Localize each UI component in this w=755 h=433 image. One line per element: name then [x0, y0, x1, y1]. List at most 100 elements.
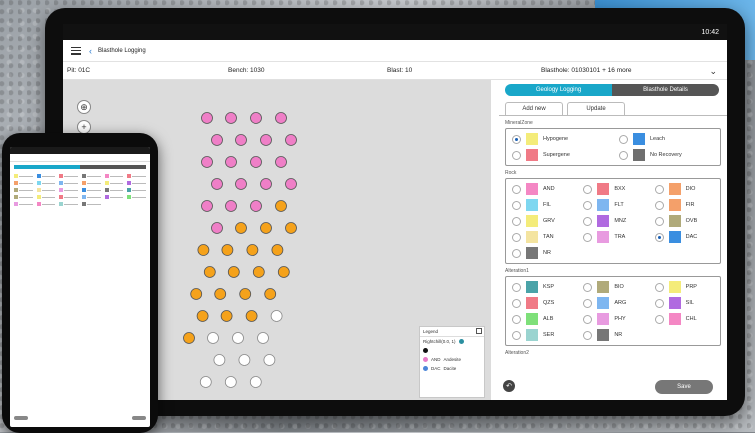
blasthole-dot[interactable] [275, 112, 287, 124]
radio-button-icon[interactable] [512, 216, 521, 226]
radio-button-icon[interactable] [512, 282, 521, 292]
tab-blasthole-details[interactable]: Blasthole Details [612, 84, 719, 96]
option-bxx[interactable]: BXX [577, 181, 648, 197]
option-phy[interactable]: PHY [577, 311, 648, 327]
blasthole-dot[interactable] [239, 288, 252, 300]
blasthole-dot[interactable] [190, 288, 203, 300]
phone-option[interactable] [36, 202, 56, 206]
phone-option[interactable] [14, 174, 33, 178]
blasthole-dot[interactable] [211, 178, 223, 190]
blasthole-dot[interactable] [199, 376, 212, 388]
phone-option[interactable] [104, 174, 124, 178]
option-alb[interactable]: ALB [506, 311, 577, 327]
blasthole-dot[interactable] [275, 156, 287, 168]
option-sil[interactable]: SIL [649, 295, 720, 311]
blasthole-dot[interactable] [227, 266, 240, 278]
option-nr[interactable]: NR [577, 327, 648, 343]
radio-button-icon[interactable] [654, 232, 664, 242]
option-and[interactable]: AND [506, 181, 577, 197]
radio-button-icon[interactable] [512, 200, 521, 210]
blasthole-dot[interactable] [232, 332, 244, 344]
option-bio[interactable]: BIO [577, 279, 648, 295]
blasthole-dot[interactable] [196, 310, 209, 322]
hamburger-menu-icon[interactable] [71, 46, 81, 55]
blasthole-dot[interactable] [201, 156, 213, 168]
blasthole-dot[interactable] [246, 244, 259, 256]
blasthole-dot[interactable] [275, 200, 287, 212]
blasthole-dot[interactable] [225, 200, 237, 212]
radio-button-icon[interactable] [583, 298, 593, 308]
phone-option[interactable] [36, 181, 56, 185]
back-chevron-icon[interactable]: ‹ [89, 46, 92, 56]
blasthole-dot[interactable] [257, 332, 269, 344]
phone-option[interactable] [59, 188, 78, 192]
blasthole-dot[interactable] [214, 288, 227, 300]
blasthole-dot[interactable] [263, 354, 276, 366]
blasthole-dot[interactable] [235, 134, 247, 146]
option-leach[interactable]: Leach [613, 131, 720, 147]
phone-option[interactable] [14, 195, 33, 199]
radio-button-icon[interactable] [583, 314, 593, 324]
option-mnz[interactable]: MNZ [577, 213, 648, 229]
option-chl[interactable]: CHL [649, 311, 720, 327]
phone-option[interactable] [127, 195, 146, 199]
radio-button-icon[interactable] [583, 184, 593, 194]
option-nr[interactable]: NR [506, 245, 577, 261]
radio-button-icon[interactable] [654, 282, 664, 292]
radio-button-icon[interactable] [619, 134, 628, 144]
blasthole-dot[interactable] [211, 222, 223, 234]
blasthole-dot[interactable] [250, 156, 262, 168]
blasthole-dot[interactable] [213, 354, 226, 366]
option-dac[interactable]: DAC [649, 229, 720, 245]
option-grv[interactable]: GRV [506, 213, 577, 229]
phone-option[interactable] [36, 195, 56, 199]
radio-button-icon[interactable] [512, 184, 521, 194]
radio-button-icon[interactable] [583, 330, 593, 340]
blasthole-dot[interactable] [238, 354, 251, 366]
option-fil[interactable]: FIL [506, 197, 577, 213]
option-ser[interactable]: SER [506, 327, 577, 343]
phone-option[interactable] [36, 174, 56, 178]
tab-update[interactable]: Update [567, 102, 625, 115]
phone-option[interactable] [81, 181, 101, 185]
radio-button-icon[interactable] [583, 232, 593, 242]
blasthole-dot[interactable] [264, 288, 277, 300]
phone-option[interactable] [81, 174, 101, 178]
blasthole-dot[interactable] [225, 156, 237, 168]
option-hypogene[interactable]: Hypogene [506, 131, 613, 147]
blasthole-dot[interactable] [224, 376, 237, 388]
phone-option[interactable] [14, 202, 33, 206]
blasthole-dot[interactable] [183, 332, 195, 344]
blasthole-dot[interactable] [197, 244, 210, 256]
blasthole-dot[interactable] [245, 310, 258, 322]
radio-button-icon[interactable] [583, 282, 593, 292]
radio-button-icon[interactable] [654, 298, 664, 308]
phone-option[interactable] [104, 181, 124, 185]
blasthole-dot[interactable] [277, 266, 290, 278]
option-no-recovery[interactable]: No Recovery [613, 147, 720, 163]
phone-option[interactable] [127, 174, 146, 178]
phone-option[interactable] [127, 188, 146, 192]
radio-button-icon[interactable] [512, 314, 521, 324]
radio-button-icon[interactable] [654, 216, 664, 226]
blasthole-dot[interactable] [211, 134, 223, 146]
legend-toggle-icon[interactable] [458, 339, 464, 344]
radio-button-icon[interactable] [583, 216, 593, 226]
chevron-down-icon[interactable]: ⌄ [709, 66, 717, 77]
blasthole-dot[interactable] [260, 134, 272, 146]
blasthole-dot[interactable] [201, 200, 213, 212]
phone-option[interactable] [59, 195, 78, 199]
blasthole-dot[interactable] [250, 112, 262, 124]
phone-option[interactable] [104, 195, 124, 199]
option-tra[interactable]: TRA [577, 229, 648, 245]
phone-option[interactable] [81, 202, 101, 206]
tab-add-new[interactable]: Add new [505, 102, 563, 115]
tab-geology-logging[interactable]: Geology Logging [505, 84, 612, 96]
blasthole-dot[interactable] [271, 244, 284, 256]
blasthole-dot[interactable] [221, 244, 234, 256]
blasthole-dot[interactable] [235, 222, 247, 234]
blasthole-dot[interactable] [207, 332, 219, 344]
blasthole-dot[interactable] [270, 310, 283, 322]
radio-button-icon[interactable] [512, 134, 521, 144]
save-button[interactable]: Save [655, 380, 713, 394]
